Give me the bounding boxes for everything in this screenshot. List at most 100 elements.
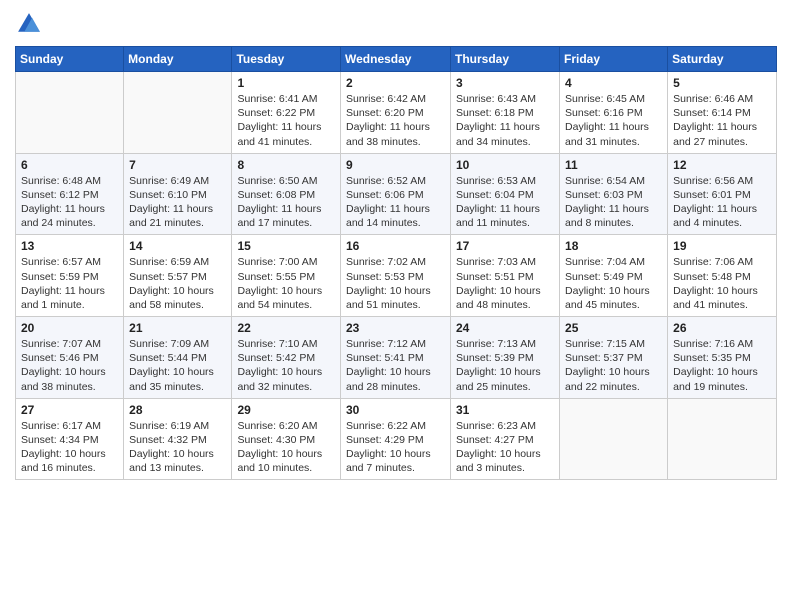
calendar-cell bbox=[124, 72, 232, 154]
day-number: 12 bbox=[673, 158, 771, 172]
calendar-header-row: SundayMondayTuesdayWednesdayThursdayFrid… bbox=[16, 47, 777, 72]
day-info: Sunrise: 7:06 AM Sunset: 5:48 PM Dayligh… bbox=[673, 255, 771, 312]
day-number: 17 bbox=[456, 239, 554, 253]
day-number: 23 bbox=[346, 321, 445, 335]
day-info: Sunrise: 6:52 AM Sunset: 6:06 PM Dayligh… bbox=[346, 174, 445, 231]
calendar-week-row: 13 Sunrise: 6:57 AM Sunset: 5:59 PM Dayli… bbox=[16, 235, 777, 317]
day-info: Sunrise: 7:13 AM Sunset: 5:39 PM Dayligh… bbox=[456, 337, 554, 394]
calendar-cell: 20 Sunrise: 7:07 AM Sunset: 5:46 PM Dayli… bbox=[16, 317, 124, 399]
day-number: 2 bbox=[346, 76, 445, 90]
calendar-cell: 2 Sunrise: 6:42 AM Sunset: 6:20 PM Daylig… bbox=[341, 72, 451, 154]
day-info: Sunrise: 6:20 AM Sunset: 4:30 PM Dayligh… bbox=[237, 419, 335, 476]
calendar-cell: 30 Sunrise: 6:22 AM Sunset: 4:29 PM Dayli… bbox=[341, 398, 451, 480]
calendar-cell: 1 Sunrise: 6:41 AM Sunset: 6:22 PM Daylig… bbox=[232, 72, 341, 154]
day-info: Sunrise: 6:53 AM Sunset: 6:04 PM Dayligh… bbox=[456, 174, 554, 231]
day-number: 18 bbox=[565, 239, 662, 253]
day-number: 10 bbox=[456, 158, 554, 172]
calendar-week-row: 27Sunrise: 6:17 AM Sunset: 4:34 PM Dayli… bbox=[16, 398, 777, 480]
calendar-cell: 9Sunrise: 6:52 AM Sunset: 6:06 PM Daylig… bbox=[341, 153, 451, 235]
calendar-cell bbox=[668, 398, 777, 480]
calendar-cell: 14 Sunrise: 6:59 AM Sunset: 5:57 PM Dayli… bbox=[124, 235, 232, 317]
calendar-cell: 28Sunrise: 6:19 AM Sunset: 4:32 PM Dayli… bbox=[124, 398, 232, 480]
calendar-day-header: Saturday bbox=[668, 47, 777, 72]
day-number: 28 bbox=[129, 403, 226, 417]
calendar-cell: 8 Sunrise: 6:50 AM Sunset: 6:08 PM Daylig… bbox=[232, 153, 341, 235]
calendar-cell: 7Sunrise: 6:49 AM Sunset: 6:10 PM Daylig… bbox=[124, 153, 232, 235]
calendar-cell: 26Sunrise: 7:16 AM Sunset: 5:35 PM Dayli… bbox=[668, 317, 777, 399]
calendar-cell: 21Sunrise: 7:09 AM Sunset: 5:44 PM Dayli… bbox=[124, 317, 232, 399]
day-info: Sunrise: 6:45 AM Sunset: 6:16 PM Dayligh… bbox=[565, 92, 662, 149]
calendar-cell: 16 Sunrise: 7:02 AM Sunset: 5:53 PM Dayli… bbox=[341, 235, 451, 317]
calendar-cell: 25Sunrise: 7:15 AM Sunset: 5:37 PM Dayli… bbox=[560, 317, 668, 399]
day-info: Sunrise: 7:10 AM Sunset: 5:42 PM Dayligh… bbox=[237, 337, 335, 394]
day-number: 16 bbox=[346, 239, 445, 253]
day-info: Sunrise: 6:41 AM Sunset: 6:22 PM Dayligh… bbox=[237, 92, 335, 149]
calendar-day-header: Tuesday bbox=[232, 47, 341, 72]
day-info: Sunrise: 6:17 AM Sunset: 4:34 PM Dayligh… bbox=[21, 419, 118, 476]
calendar-cell: 18 Sunrise: 7:04 AM Sunset: 5:49 PM Dayli… bbox=[560, 235, 668, 317]
day-info: Sunrise: 7:04 AM Sunset: 5:49 PM Dayligh… bbox=[565, 255, 662, 312]
day-number: 7 bbox=[129, 158, 226, 172]
day-info: Sunrise: 6:42 AM Sunset: 6:20 PM Dayligh… bbox=[346, 92, 445, 149]
day-number: 25 bbox=[565, 321, 662, 335]
calendar-cell: 5Sunrise: 6:46 AM Sunset: 6:14 PM Daylig… bbox=[668, 72, 777, 154]
day-number: 11 bbox=[565, 158, 662, 172]
calendar-day-header: Monday bbox=[124, 47, 232, 72]
calendar-cell: 23Sunrise: 7:12 AM Sunset: 5:41 PM Dayli… bbox=[341, 317, 451, 399]
calendar-week-row: 1 Sunrise: 6:41 AM Sunset: 6:22 PM Daylig… bbox=[16, 72, 777, 154]
calendar-cell: 6 Sunrise: 6:48 AM Sunset: 6:12 PM Daylig… bbox=[16, 153, 124, 235]
header bbox=[15, 10, 777, 38]
day-info: Sunrise: 6:43 AM Sunset: 6:18 PM Dayligh… bbox=[456, 92, 554, 149]
day-number: 24 bbox=[456, 321, 554, 335]
day-info: Sunrise: 6:23 AM Sunset: 4:27 PM Dayligh… bbox=[456, 419, 554, 476]
calendar-cell: 10 Sunrise: 6:53 AM Sunset: 6:04 PM Dayli… bbox=[451, 153, 560, 235]
day-number: 31 bbox=[456, 403, 554, 417]
calendar-day-header: Sunday bbox=[16, 47, 124, 72]
day-number: 26 bbox=[673, 321, 771, 335]
day-number: 1 bbox=[237, 76, 335, 90]
calendar-day-header: Thursday bbox=[451, 47, 560, 72]
day-info: Sunrise: 6:59 AM Sunset: 5:57 PM Dayligh… bbox=[129, 255, 226, 312]
calendar-cell: 13 Sunrise: 6:57 AM Sunset: 5:59 PM Dayli… bbox=[16, 235, 124, 317]
logo-icon bbox=[15, 10, 43, 38]
day-number: 19 bbox=[673, 239, 771, 253]
calendar-cell: 27Sunrise: 6:17 AM Sunset: 4:34 PM Dayli… bbox=[16, 398, 124, 480]
day-number: 8 bbox=[237, 158, 335, 172]
day-number: 30 bbox=[346, 403, 445, 417]
day-info: Sunrise: 6:48 AM Sunset: 6:12 PM Dayligh… bbox=[21, 174, 118, 231]
day-info: Sunrise: 7:09 AM Sunset: 5:44 PM Dayligh… bbox=[129, 337, 226, 394]
calendar-cell: 4 Sunrise: 6:45 AM Sunset: 6:16 PM Daylig… bbox=[560, 72, 668, 154]
day-number: 4 bbox=[565, 76, 662, 90]
day-info: Sunrise: 6:50 AM Sunset: 6:08 PM Dayligh… bbox=[237, 174, 335, 231]
calendar-cell: 15 Sunrise: 7:00 AM Sunset: 5:55 PM Dayli… bbox=[232, 235, 341, 317]
day-info: Sunrise: 7:00 AM Sunset: 5:55 PM Dayligh… bbox=[237, 255, 335, 312]
calendar-week-row: 20 Sunrise: 7:07 AM Sunset: 5:46 PM Dayli… bbox=[16, 317, 777, 399]
calendar-cell: 24 Sunrise: 7:13 AM Sunset: 5:39 PM Dayli… bbox=[451, 317, 560, 399]
calendar-day-header: Wednesday bbox=[341, 47, 451, 72]
day-info: Sunrise: 6:56 AM Sunset: 6:01 PM Dayligh… bbox=[673, 174, 771, 231]
logo bbox=[15, 10, 47, 38]
calendar-week-row: 6 Sunrise: 6:48 AM Sunset: 6:12 PM Daylig… bbox=[16, 153, 777, 235]
calendar-cell: 19 Sunrise: 7:06 AM Sunset: 5:48 PM Dayli… bbox=[668, 235, 777, 317]
calendar-cell: 31 Sunrise: 6:23 AM Sunset: 4:27 PM Dayli… bbox=[451, 398, 560, 480]
calendar-cell: 12 Sunrise: 6:56 AM Sunset: 6:01 PM Dayli… bbox=[668, 153, 777, 235]
day-info: Sunrise: 6:46 AM Sunset: 6:14 PM Dayligh… bbox=[673, 92, 771, 149]
page-container: SundayMondayTuesdayWednesdayThursdayFrid… bbox=[0, 0, 792, 495]
day-number: 29 bbox=[237, 403, 335, 417]
calendar-cell: 3 Sunrise: 6:43 AM Sunset: 6:18 PM Daylig… bbox=[451, 72, 560, 154]
calendar-cell bbox=[560, 398, 668, 480]
day-number: 6 bbox=[21, 158, 118, 172]
day-number: 20 bbox=[21, 321, 118, 335]
day-info: Sunrise: 7:02 AM Sunset: 5:53 PM Dayligh… bbox=[346, 255, 445, 312]
day-number: 14 bbox=[129, 239, 226, 253]
day-info: Sunrise: 6:57 AM Sunset: 5:59 PM Dayligh… bbox=[21, 255, 118, 312]
calendar-table: SundayMondayTuesdayWednesdayThursdayFrid… bbox=[15, 46, 777, 480]
calendar-cell: 22Sunrise: 7:10 AM Sunset: 5:42 PM Dayli… bbox=[232, 317, 341, 399]
day-number: 3 bbox=[456, 76, 554, 90]
day-number: 13 bbox=[21, 239, 118, 253]
calendar-cell bbox=[16, 72, 124, 154]
day-number: 15 bbox=[237, 239, 335, 253]
day-info: Sunrise: 7:07 AM Sunset: 5:46 PM Dayligh… bbox=[21, 337, 118, 394]
day-info: Sunrise: 6:22 AM Sunset: 4:29 PM Dayligh… bbox=[346, 419, 445, 476]
calendar-cell: 29 Sunrise: 6:20 AM Sunset: 4:30 PM Dayli… bbox=[232, 398, 341, 480]
